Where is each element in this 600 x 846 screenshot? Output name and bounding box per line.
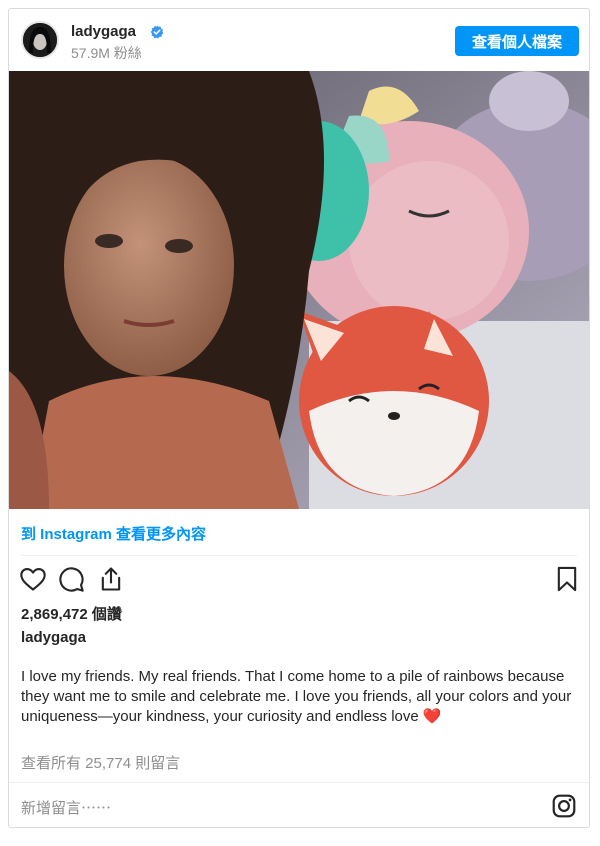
follower-count: 57.9M 粉絲 xyxy=(71,45,142,61)
divider xyxy=(21,555,577,556)
like-count[interactable]: 2,869,472 個讚 xyxy=(21,603,122,624)
caption-author[interactable]: ladygaga xyxy=(21,629,86,646)
post-header: ladygaga 57.9M 粉絲 查看個人檔案 xyxy=(9,9,589,71)
post-caption: I love my friends. My real friends. That… xyxy=(21,668,572,725)
bookmark-icon[interactable] xyxy=(553,565,581,593)
add-comment-input[interactable]: 新增留言⋯⋯ xyxy=(21,797,111,818)
view-more-on-instagram-link[interactable]: 到 Instagram 查看更多內容 xyxy=(21,523,206,544)
verified-badge-icon xyxy=(150,25,164,39)
divider xyxy=(9,782,589,783)
heart-icon[interactable] xyxy=(19,565,47,593)
view-profile-button[interactable]: 查看個人檔案 xyxy=(455,26,579,56)
avatar[interactable] xyxy=(21,21,59,59)
view-all-comments-link[interactable]: 查看所有 25,774 則留言 xyxy=(21,752,180,773)
share-icon[interactable] xyxy=(97,565,125,593)
username[interactable]: ladygaga xyxy=(71,23,136,40)
avatar-image xyxy=(23,23,57,57)
instagram-embed-card: ladygaga 57.9M 粉絲 查看個人檔案 到 Instagram 查看更… xyxy=(8,8,590,828)
post-photo[interactable] xyxy=(9,71,589,509)
comment-bubble-icon[interactable] xyxy=(57,565,85,593)
instagram-logo-icon[interactable] xyxy=(551,793,577,819)
